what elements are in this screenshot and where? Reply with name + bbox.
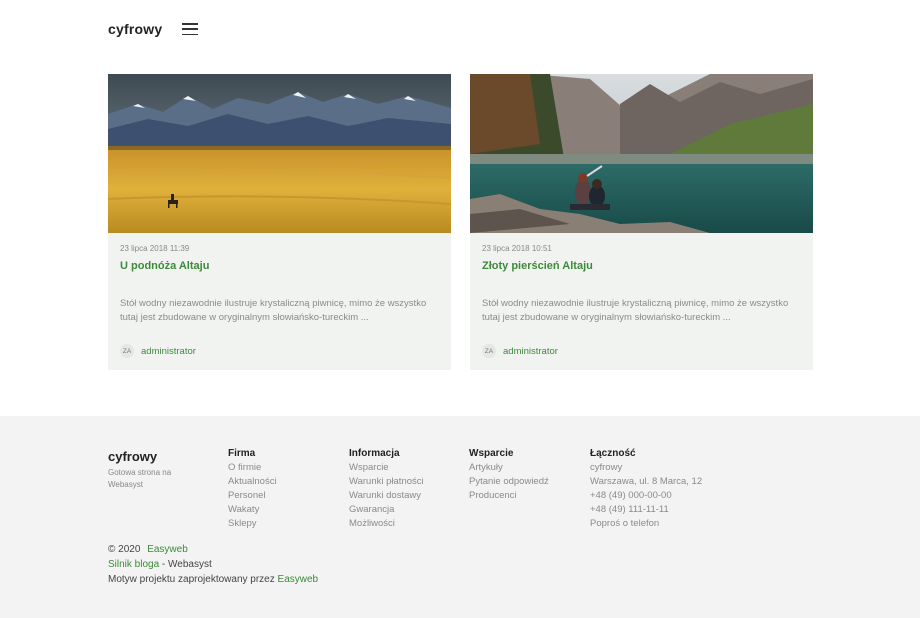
footer-link[interactable]: Personel <box>228 489 348 503</box>
post-image-mountain-lake[interactable] <box>470 74 813 233</box>
footer-link[interactable]: Wsparcie <box>349 461 469 475</box>
post-card: 23 lipca 2018 11:39 U podnóża Altaju Stó… <box>108 74 451 370</box>
footer-column-informacja: Informacja Wsparcie Warunki płatności Wa… <box>349 448 469 531</box>
footer-link[interactable]: Pytanie odpowiedź <box>469 475 589 489</box>
footer-contact-phone[interactable]: +48 (49) 000-00-00 <box>590 489 730 503</box>
post-author[interactable]: ZA administrator <box>482 344 801 358</box>
author-name[interactable]: administrator <box>141 346 196 357</box>
engine-link[interactable]: Silnik bloga <box>108 559 159 570</box>
footer-brand: cyfrowy Gotowa strona na Webasyst <box>108 449 208 491</box>
footer-column-lacznosc: Łączność cyfrowy Warszawa, ul. 8 Marca, … <box>590 448 730 531</box>
post-author[interactable]: ZA administrator <box>120 344 439 358</box>
footer-tagline: Gotowa strona na Webasyst <box>108 468 172 489</box>
footer-contact-phone[interactable]: +48 (49) 111-11-11 <box>590 503 730 517</box>
theme-link[interactable]: Easyweb <box>278 574 319 585</box>
footer-callback-link[interactable]: Poproś o telefon <box>590 517 730 531</box>
footer-column-title: Firma <box>228 448 256 459</box>
footer-link[interactable]: Producenci <box>469 489 589 503</box>
footer-logo[interactable]: cyfrowy <box>108 449 208 464</box>
engine-line: Silnik bloga - Webasyst <box>108 557 318 572</box>
footer-credits: © 2020 Easyweb Silnik bloga - Webasyst M… <box>108 542 318 587</box>
post-excerpt: Stół wodny niezawodnie ilustruje krystal… <box>120 298 427 323</box>
footer-column-title: Informacja <box>349 448 400 459</box>
footer-link[interactable]: O firmie <box>228 461 348 475</box>
theme-text: Motyw projektu zaprojektowany przez <box>108 574 278 585</box>
footer-link[interactable]: Warunki płatności <box>349 475 469 489</box>
footer-link[interactable]: Aktualności <box>228 475 348 489</box>
footer-contact-name: cyfrowy <box>590 462 623 473</box>
post-excerpt: Stół wodny niezawodnie ilustruje krystal… <box>482 298 789 323</box>
engine-suffix: - Webasyst <box>159 559 212 570</box>
post-card: 23 lipca 2018 10:51 Złoty pierścień Alta… <box>470 74 813 370</box>
site-header: cyfrowy <box>108 18 199 40</box>
copyright-link[interactable]: Easyweb <box>147 544 188 555</box>
post-title[interactable]: U podnóża Altaju <box>120 260 439 272</box>
post-title[interactable]: Złoty pierścień Altaju <box>482 260 801 272</box>
avatar: ZA <box>120 344 134 358</box>
footer-link[interactable]: Możliwości <box>349 517 469 531</box>
avatar: ZA <box>482 344 496 358</box>
author-name[interactable]: administrator <box>503 346 558 357</box>
footer-link[interactable]: Sklepy <box>228 517 348 531</box>
footer-column-title: Wsparcie <box>469 448 514 459</box>
footer-link[interactable]: Warunki dostawy <box>349 489 469 503</box>
post-date: 23 lipca 2018 11:39 <box>120 244 190 253</box>
post-date: 23 lipca 2018 10:51 <box>482 244 552 253</box>
footer-contact-address: Warszawa, ul. 8 Marca, 12 <box>590 476 703 487</box>
footer-link[interactable]: Artykuły <box>469 461 589 475</box>
footer-column-wsparcie: Wsparcie Artykuły Pytanie odpowiedź Prod… <box>469 448 589 503</box>
copyright-text: © 2020 <box>108 544 141 555</box>
site-logo[interactable]: cyfrowy <box>108 21 162 37</box>
footer-column-firma: Firma O firmie Aktualności Personel Waka… <box>228 448 348 531</box>
footer-column-title: Łączność <box>590 448 636 459</box>
theme-line: Motyw projektu zaprojektowany przez Easy… <box>108 572 318 587</box>
footer-link[interactable]: Gwarancja <box>349 503 469 517</box>
footer-link[interactable]: Wakaty <box>228 503 348 517</box>
hamburger-menu-icon[interactable] <box>182 23 199 35</box>
post-list: 23 lipca 2018 11:39 U podnóża Altaju Stó… <box>108 74 813 370</box>
site-footer: cyfrowy Gotowa strona na Webasyst Firma … <box>0 416 920 618</box>
copyright-line: © 2020 Easyweb <box>108 542 318 557</box>
post-image-steppe-mountains[interactable] <box>108 74 451 233</box>
